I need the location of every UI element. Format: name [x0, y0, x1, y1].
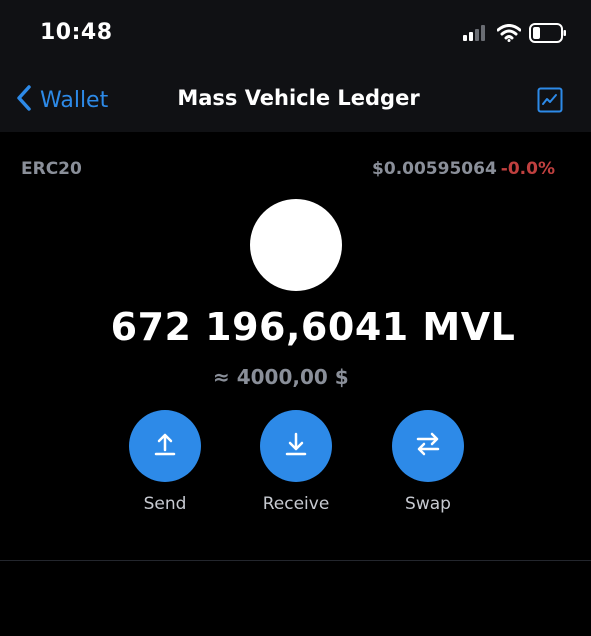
swap-button[interactable]: Swap — [378, 410, 478, 514]
send-button-circle — [129, 410, 201, 482]
price-change: -0.0% — [500, 159, 555, 179]
fiat-value: ≈ 4000,00 $ — [213, 365, 349, 389]
page-title: Mass Vehicle Ledger — [177, 86, 420, 110]
receive-button[interactable]: Receive — [246, 410, 346, 514]
send-button[interactable]: Send — [115, 410, 215, 514]
send-label: Send — [143, 494, 187, 514]
token-standard-label: ERC20 — [21, 159, 82, 179]
price-row: $0.00595064 -0.0% — [372, 159, 555, 179]
token-detail-screen: 10:48 Wallet Mass Vehicle Ledger ERC20 $… — [0, 0, 591, 636]
battery-icon — [529, 23, 567, 47]
status-icons — [463, 23, 567, 47]
swap-label: Swap — [405, 494, 451, 514]
status-bar: 10:48 — [0, 0, 591, 70]
receive-icon — [281, 429, 311, 463]
token-price: $0.00595064 — [372, 159, 497, 179]
token-balance: 672 196,6041 MVL — [110, 305, 516, 349]
receive-label: Receive — [262, 494, 330, 514]
swap-icon — [413, 429, 443, 463]
receive-button-circle — [260, 410, 332, 482]
chart-icon — [537, 87, 563, 117]
token-logo — [250, 199, 342, 291]
send-icon — [150, 429, 180, 463]
signal-icon — [463, 25, 489, 45]
status-time: 10:48 — [40, 20, 113, 45]
wifi-icon — [496, 24, 522, 46]
nav-bar: Wallet Mass Vehicle Ledger — [0, 70, 591, 132]
chart-button[interactable] — [537, 87, 563, 117]
divider — [0, 560, 591, 561]
swap-button-circle — [392, 410, 464, 482]
